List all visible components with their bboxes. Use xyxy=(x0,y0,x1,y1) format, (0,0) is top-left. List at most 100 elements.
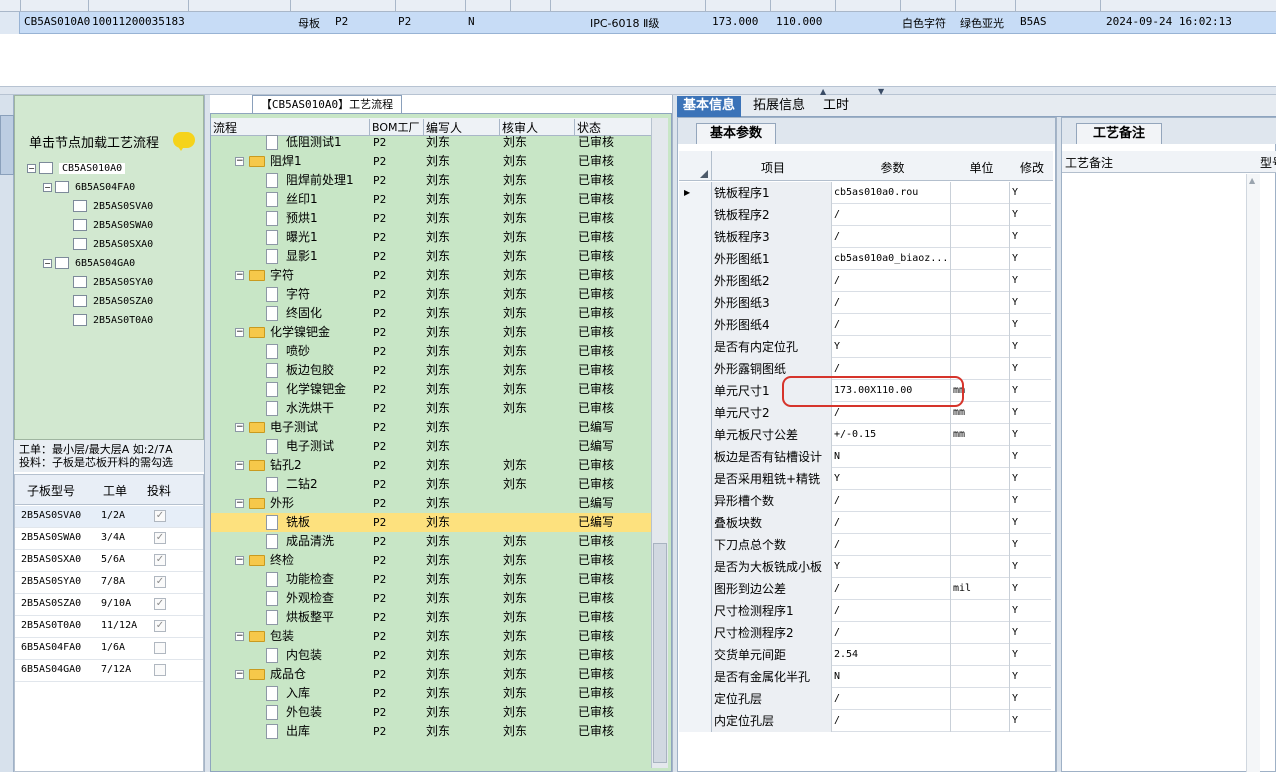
row-header[interactable] xyxy=(679,490,712,512)
param-unit[interactable] xyxy=(951,710,1010,732)
param-value[interactable]: N xyxy=(832,666,951,688)
param-unit[interactable] xyxy=(951,446,1010,468)
row-header[interactable] xyxy=(679,336,712,358)
collapse-icon[interactable]: − xyxy=(235,271,244,280)
param-row[interactable]: 异形槽个数 / Y xyxy=(679,490,1051,512)
param-unit[interactable] xyxy=(951,490,1010,512)
row-header[interactable] xyxy=(679,600,712,622)
param-value[interactable]: / xyxy=(832,292,951,314)
param-modify[interactable]: Y xyxy=(1010,424,1051,446)
collapse-icon[interactable]: − xyxy=(235,670,244,679)
table-row[interactable]: 2B5AS0SYA0 7/8A ✓ xyxy=(15,572,203,594)
param-unit[interactable] xyxy=(951,270,1010,292)
process-step-row[interactable]: 化学镍钯金 P2 刘东 刘东 已审核 xyxy=(211,380,651,399)
col-header-item[interactable]: 项目 xyxy=(713,159,833,176)
param-unit[interactable] xyxy=(951,512,1010,534)
tree-node[interactable]: 2B5AS0SZA0 xyxy=(73,293,153,310)
table-row[interactable]: 2B5AS0SXA0 5/6A ✓ xyxy=(15,550,203,572)
current-row-icon[interactable]: ▶ xyxy=(679,182,712,204)
feed-checkbox[interactable]: ✓ xyxy=(154,576,166,588)
param-unit[interactable] xyxy=(951,556,1010,578)
scrollbar-thumb[interactable] xyxy=(653,543,667,763)
param-modify[interactable]: Y xyxy=(1010,402,1051,424)
collapse-icon[interactable]: − xyxy=(27,163,36,173)
feed-checkbox[interactable]: ✓ xyxy=(154,554,166,566)
param-modify[interactable]: Y xyxy=(1010,204,1051,226)
tab-work-hours[interactable]: 工时 xyxy=(817,96,855,117)
process-group-row[interactable]: − 终检 P2 刘东 刘东 已审核 xyxy=(211,551,651,570)
param-modify[interactable]: Y xyxy=(1010,578,1051,600)
param-value[interactable]: 2.54 xyxy=(832,644,951,666)
col-header-model[interactable]: 子板型号 xyxy=(27,482,75,499)
process-step-row[interactable]: 终固化 P2 刘东 刘东 已审核 xyxy=(211,304,651,323)
process-step-row[interactable]: 阻焊前处理1 P2 刘东 刘东 已审核 xyxy=(211,171,651,190)
process-step-row[interactable]: 出库 P2 刘东 刘东 已审核 xyxy=(211,722,651,741)
row-header[interactable] xyxy=(679,644,712,666)
param-row[interactable]: 铣板程序3/ Y xyxy=(679,226,1051,248)
table-row[interactable]: 2B5AS0SWA0 3/4A ✓ xyxy=(15,528,203,550)
feed-checkbox[interactable]: ✓ xyxy=(154,598,166,610)
process-group-row[interactable]: − 化学镍钯金 P2 刘东 刘东 已审核 xyxy=(211,323,651,342)
param-row[interactable]: 是否为大板铣成小板 Y Y xyxy=(679,556,1051,578)
param-row[interactable]: 是否采用粗铣+精铣 Y Y xyxy=(679,468,1051,490)
param-modify[interactable]: Y xyxy=(1010,688,1051,710)
row-header[interactable] xyxy=(679,270,712,292)
process-group-row[interactable]: − 外形 P2 刘东 已编写 xyxy=(211,494,651,513)
collapse-icon[interactable]: − xyxy=(235,632,244,641)
col-header-unit[interactable]: 单位 xyxy=(952,159,1011,176)
process-step-row[interactable]: 字符 P2 刘东 刘东 已审核 xyxy=(211,285,651,304)
table-row[interactable]: 2B5AS0SVA0 1/2A ✓ xyxy=(15,506,203,528)
feed-checkbox[interactable] xyxy=(154,664,166,676)
row-header[interactable] xyxy=(679,380,712,402)
row-header[interactable] xyxy=(679,446,712,468)
row-header[interactable] xyxy=(679,710,712,732)
tab-extended-info[interactable]: 拓展信息 xyxy=(747,96,811,117)
param-unit[interactable] xyxy=(951,534,1010,556)
param-unit[interactable] xyxy=(951,204,1010,226)
param-row[interactable]: 铣板程序2/ Y xyxy=(679,204,1051,226)
param-row[interactable]: 叠板块数 / Y xyxy=(679,512,1051,534)
row-header[interactable] xyxy=(679,512,712,534)
param-modify[interactable]: Y xyxy=(1010,314,1051,336)
row-header[interactable] xyxy=(679,314,712,336)
param-row[interactable]: 交货单元间距 2.54 Y xyxy=(679,644,1051,666)
feed-checkbox[interactable] xyxy=(154,642,166,654)
process-step-row[interactable]: 内包装 P2 刘东 刘东 已审核 xyxy=(211,646,651,665)
param-value[interactable]: +/-0.15 xyxy=(832,424,951,446)
col-header-model[interactable]: 型号 xyxy=(1260,154,1276,171)
process-group-row[interactable]: − 钻孔2 P2 刘东 刘东 已审核 xyxy=(211,456,651,475)
tree-node[interactable]: 2B5AS0SXA0 xyxy=(73,236,153,253)
param-modify[interactable]: Y xyxy=(1010,270,1051,292)
param-modify[interactable]: Y xyxy=(1010,710,1051,732)
param-modify[interactable]: Y xyxy=(1010,490,1051,512)
row-header[interactable] xyxy=(679,292,712,314)
select-all-corner-icon[interactable] xyxy=(679,151,712,181)
param-row[interactable]: 下刀点总个数 / Y xyxy=(679,534,1051,556)
row-header[interactable] xyxy=(679,578,712,600)
param-value[interactable]: / xyxy=(832,270,951,292)
process-step-row[interactable]: 入库 P2 刘东 刘东 已审核 xyxy=(211,684,651,703)
process-step-row[interactable]: 铣板 P2 刘东 已编写 xyxy=(211,513,651,532)
param-modify[interactable]: Y xyxy=(1010,600,1051,622)
process-step-row[interactable]: 烘板整平 P2 刘东 刘东 已审核 xyxy=(211,608,651,627)
tab-basic-params[interactable]: 基本参数 xyxy=(696,123,776,144)
param-modify[interactable]: Y xyxy=(1010,358,1051,380)
param-unit[interactable] xyxy=(951,336,1010,358)
param-value[interactable]: / xyxy=(832,314,951,336)
table-row[interactable]: 2B5AS0T0A0 11/12A ✓ xyxy=(15,616,203,638)
param-unit[interactable] xyxy=(951,314,1010,336)
feed-checkbox[interactable]: ✓ xyxy=(154,510,166,522)
param-row[interactable]: 尺寸检测程序1/ Y xyxy=(679,600,1051,622)
param-unit[interactable] xyxy=(951,292,1010,314)
param-value[interactable]: cb5as010a0_biaoz... xyxy=(832,248,951,270)
param-row[interactable]: 是否有金属化半孔 N Y xyxy=(679,666,1051,688)
collapse-icon[interactable]: − xyxy=(235,157,244,166)
param-row[interactable]: 外形图纸1 cb5as010a0_biaoz... Y xyxy=(679,248,1051,270)
param-modify[interactable]: Y xyxy=(1010,666,1051,688)
tree-node[interactable]: 2B5AS0SWA0 xyxy=(73,217,153,234)
top-grid-selected-row[interactable]: CB5AS010A0 10011200035183 母板 P2 P2 N IPC… xyxy=(0,12,1276,34)
param-row[interactable]: 是否有内定位孔 Y Y xyxy=(679,336,1051,358)
param-value[interactable]: / xyxy=(832,600,951,622)
process-step-row[interactable]: 外观检查 P2 刘东 刘东 已审核 xyxy=(211,589,651,608)
param-unit[interactable]: mm xyxy=(951,424,1010,446)
